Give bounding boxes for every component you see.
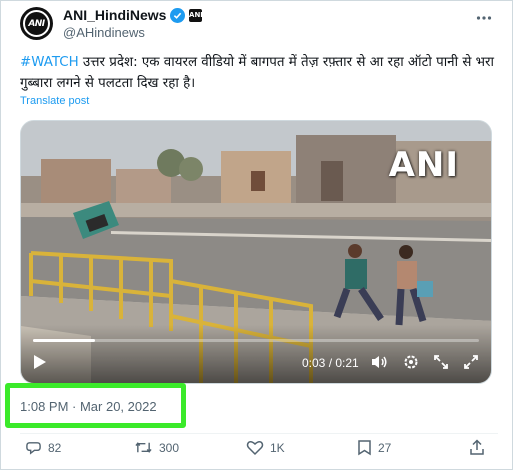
bookmark-button[interactable]: 27 <box>357 439 391 456</box>
video-progress-bar[interactable] <box>33 339 479 342</box>
reply-button[interactable]: 82 <box>25 439 61 456</box>
repost-button[interactable]: 300 <box>134 439 179 456</box>
hashtag-link[interactable]: #WATCH <box>20 55 79 70</box>
share-icon <box>470 439 484 455</box>
play-icon[interactable] <box>31 353 49 371</box>
name-row: ANI_HindiNews ANI <box>63 7 203 23</box>
reply-icon <box>26 442 41 455</box>
tweet-body: उत्तर प्रदेश: एक वायरल वीडियो में बागपत … <box>20 55 494 91</box>
like-icon <box>246 441 264 456</box>
video-player[interactable]: ANI 0:03 / 0:21 <box>20 120 492 384</box>
translate-link[interactable]: Translate post <box>20 95 89 107</box>
divider <box>20 433 498 434</box>
video-progress-fill <box>33 339 96 342</box>
ani-watermark: ANI <box>388 145 459 185</box>
volume-icon[interactable] <box>369 352 389 372</box>
share-button[interactable] <box>469 439 485 456</box>
display-name[interactable]: ANI_HindiNews <box>63 7 166 23</box>
more-icon[interactable] <box>474 8 494 28</box>
settings-icon[interactable] <box>401 352 421 372</box>
video-time: 0:03 / 0:21 <box>302 356 359 370</box>
like-count: 1K <box>270 440 285 455</box>
avatar[interactable]: ANI <box>20 7 53 40</box>
expand-icon[interactable] <box>431 352 451 372</box>
tweet-text: #WATCH उत्तर प्रदेश: एक वायरल वीडियो में… <box>20 52 500 94</box>
fullscreen-icon[interactable] <box>461 352 481 372</box>
tweet-card: ANI ANI_HindiNews ANI @AHindinews #WATCH… <box>0 0 513 470</box>
repost-count: 300 <box>159 440 180 455</box>
repost-icon <box>135 442 152 453</box>
like-button[interactable]: 1K <box>246 439 285 456</box>
handle[interactable]: @AHindinews <box>63 25 145 40</box>
bookmark-count: 27 <box>378 440 392 455</box>
bookmark-icon <box>358 440 371 456</box>
verified-badge-icon[interactable] <box>170 7 186 23</box>
timestamp-highlight-box <box>5 383 186 428</box>
affiliate-badge-icon[interactable]: ANI <box>189 8 203 22</box>
avatar-logo: ANI <box>23 10 50 37</box>
reply-count: 82 <box>48 440 62 455</box>
